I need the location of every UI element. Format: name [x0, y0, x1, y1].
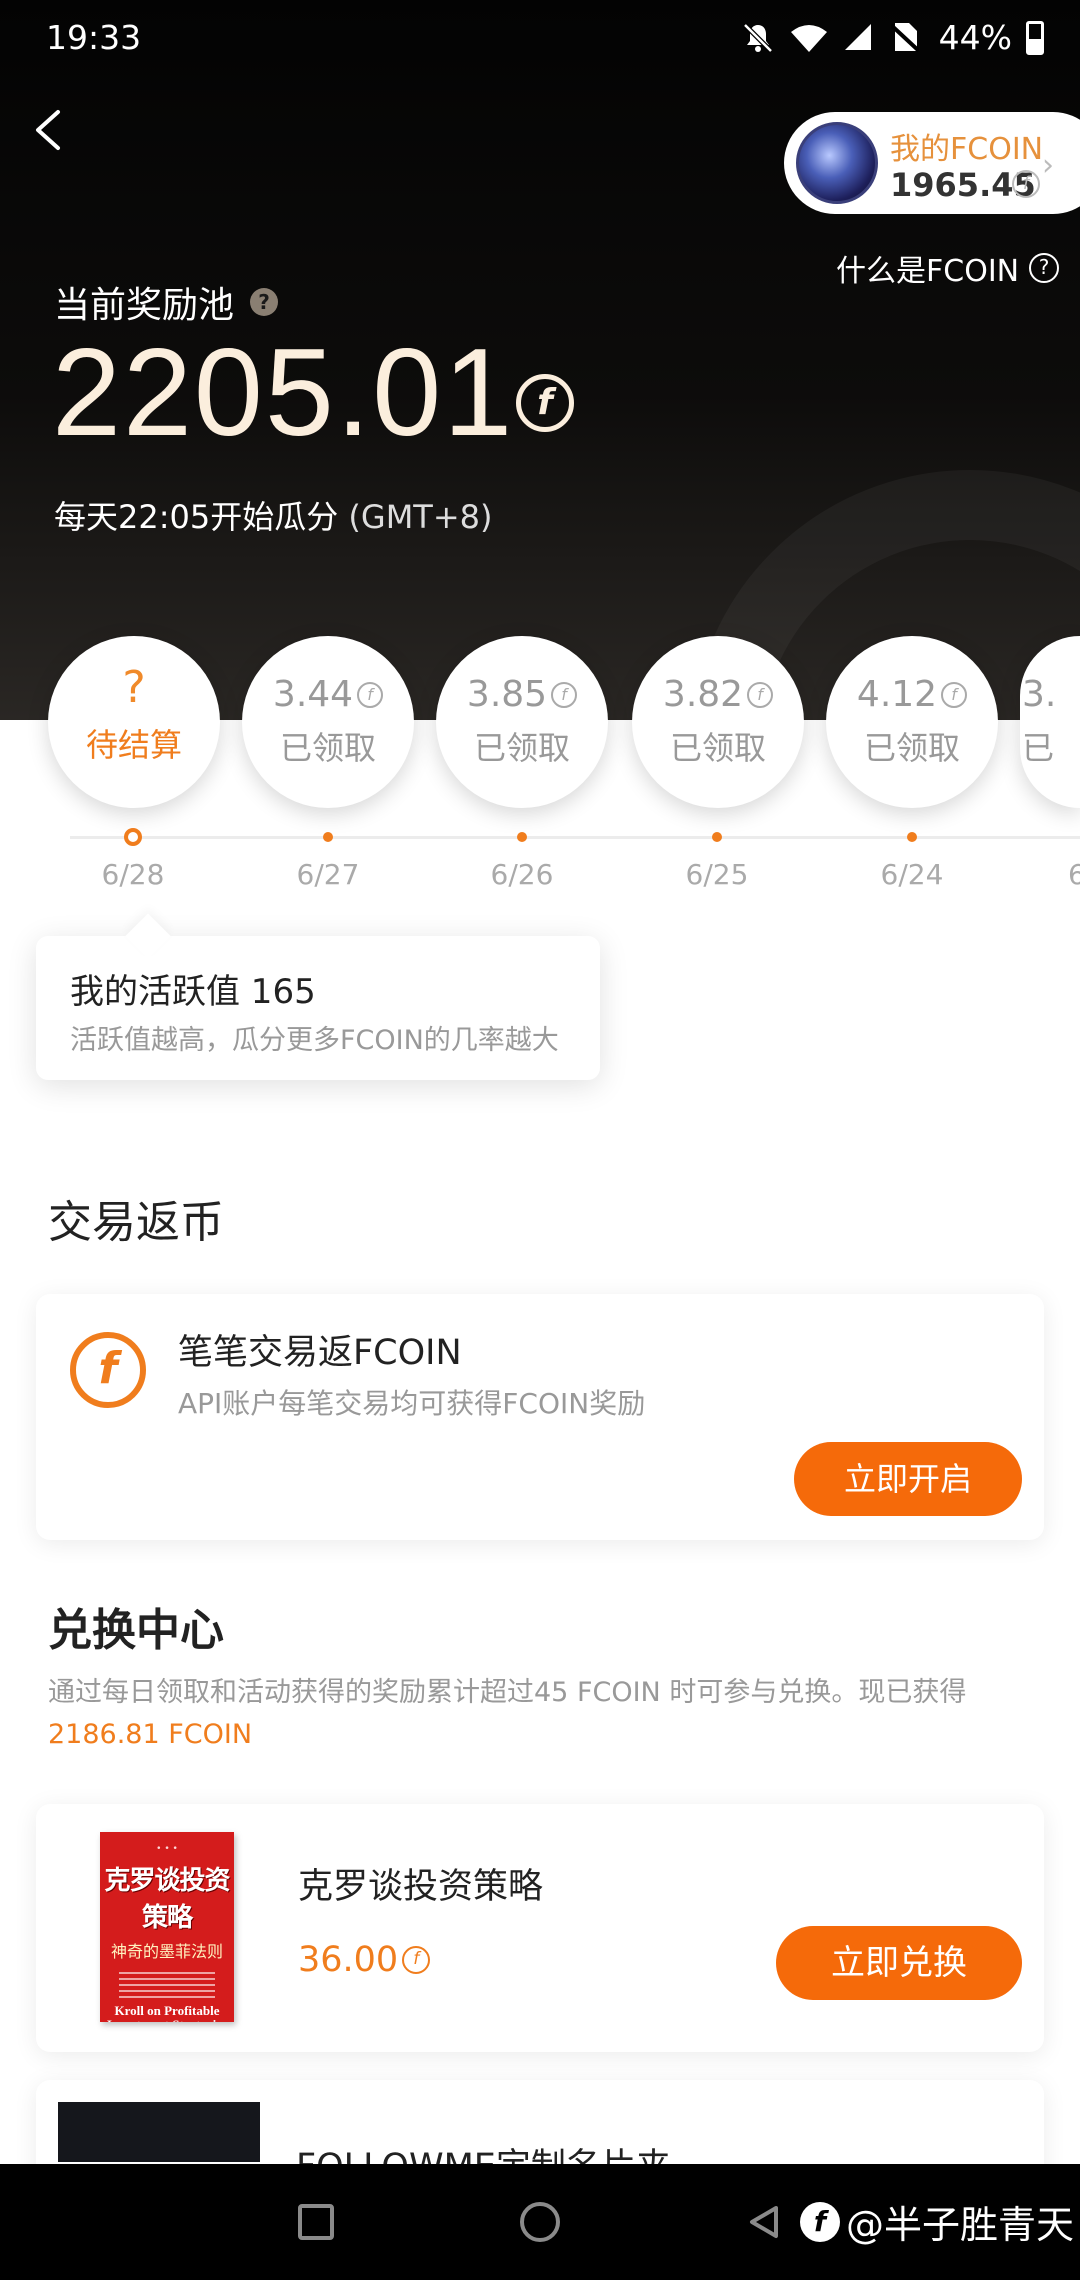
- chevron-right-icon: ›: [1042, 148, 1054, 183]
- split-time-text: 每天22:05开始瓜分: [54, 498, 339, 536]
- exchange-center-title: 兑换中心: [48, 1605, 224, 1656]
- my-fcoin-button[interactable]: 我的FCOIN 1965.45 f ›: [784, 112, 1080, 214]
- earned-amount: 2186.81 FCOIN: [48, 1719, 253, 1750]
- help-circle-icon: ?: [1029, 253, 1060, 283]
- system-nav-bar: f @半子胜青天: [0, 2164, 1080, 2280]
- trade-rebate-card-title: 笔笔交易返FCOIN: [178, 1333, 462, 1373]
- day-status: 已领取: [279, 729, 376, 767]
- timeline-dot: [712, 832, 722, 842]
- day-status: 已: [1022, 729, 1055, 767]
- day-amount: 3.82: [662, 674, 744, 715]
- wifi-icon: [789, 23, 829, 53]
- day-date: 6: [1068, 858, 1080, 891]
- what-is-fcoin-label: 什么是FCOIN: [836, 254, 1020, 289]
- day-date: 6/24: [880, 858, 944, 891]
- question-mark-icon: ?: [122, 662, 146, 713]
- avatar: [796, 122, 878, 204]
- day-circle[interactable]: ? 待结算: [48, 636, 220, 808]
- enable-button[interactable]: 立即开启: [794, 1442, 1022, 1516]
- pool-label-text: 当前奖励池: [54, 285, 235, 326]
- split-time: 每天22:05开始瓜分 (GMT+8): [54, 492, 493, 538]
- status-time: 19:33: [46, 18, 142, 57]
- day-circle[interactable]: 3. 已: [1020, 636, 1080, 808]
- what-is-fcoin-link[interactable]: 什么是FCOIN ?: [836, 246, 1060, 290]
- watermark-text: @半子胜青天: [846, 2203, 1075, 2247]
- day-amount: 4.12: [856, 674, 938, 715]
- timeline-dot: [907, 832, 917, 842]
- exchange-description: 通过每日领取和活动获得的奖励累计超过45 FCOIN 时可参与兑换。现已获得 2…: [48, 1672, 1038, 1756]
- trade-rebate-card: f 笔笔交易返FCOIN API账户每笔交易均可获得FCOIN奖励 立即开启: [36, 1294, 1044, 1540]
- book-cover-title: 克罗谈投资策略: [104, 1866, 230, 1933]
- daily-rewards: ? 待结算 3.44 f 已领取 3.85 f 已领取 3.82 f 已领取 4.12…: [0, 636, 1080, 896]
- battery-icon: [1026, 20, 1044, 55]
- day-amount: 3.85: [466, 674, 548, 715]
- activity-tooltip: 我的活跃值 165 活跃值越高，瓜分更多FCOIN的几率越大: [36, 936, 600, 1080]
- timeline-dot-active: [124, 828, 142, 846]
- fcoin-icon: f: [402, 1946, 431, 1974]
- trade-rebate-title: 交易返币: [48, 1197, 224, 1248]
- trade-rebate-card-subtitle: API账户每笔交易均可获得FCOIN奖励: [178, 1387, 646, 1420]
- product-title: 克罗谈投资策略: [298, 1867, 544, 1907]
- pool-help-icon[interactable]: ?: [250, 288, 279, 316]
- pool-label: 当前奖励池 ?: [54, 276, 279, 328]
- fcoin-icon: f: [1012, 170, 1040, 198]
- activity-hint: 活跃值越高，瓜分更多FCOIN的几率越大: [70, 1025, 559, 1056]
- exchange-description-text: 通过每日领取和活动获得的奖励累计超过45 FCOIN 时可参与兑换。现已获得: [48, 1677, 967, 1708]
- my-fcoin-label: 我的FCOIN: [890, 132, 1044, 167]
- product-image: [58, 2102, 260, 2162]
- signal-icon: [843, 21, 877, 55]
- day-circle[interactable]: 4.12 f 已领取: [826, 636, 998, 808]
- fcoin-icon: f: [747, 681, 774, 708]
- product-card[interactable]: • • • 克罗谈投资策略 神奇的墨菲法则 Kroll on Profitabl…: [36, 1804, 1044, 2052]
- day-status: 已领取: [473, 729, 570, 767]
- fcoin-icon: f: [357, 681, 384, 708]
- reward-pool-header: 19:33 44% 我的FCOIN 1965.45 f › 什么是FCOIN ?…: [0, 0, 1080, 720]
- timeline: [70, 836, 1080, 839]
- no-sim-icon: [889, 21, 925, 55]
- day-date: 6/25: [685, 858, 749, 891]
- back-triangle-button[interactable]: [744, 2202, 784, 2242]
- day-status: 已领取: [669, 729, 766, 767]
- day-circle[interactable]: 3.85 f 已领取: [436, 636, 608, 808]
- day-status: 已领取: [863, 729, 960, 767]
- battery-percent: 44%: [938, 18, 1012, 57]
- split-timezone: (GMT+8): [348, 498, 493, 536]
- fcoin-icon: f: [70, 1332, 146, 1408]
- pool-amount: 2205.01: [52, 324, 515, 462]
- fcoin-icon: f: [551, 681, 578, 708]
- book-cover-english-title: Kroll on Profitable Investment Strategie…: [107, 2003, 227, 2023]
- fcoin-icon: f: [941, 681, 968, 708]
- watermark: f @半子胜青天: [800, 2194, 1074, 2249]
- day-status: 待结算: [85, 726, 182, 764]
- activity-value: 我的活跃值 165: [70, 972, 316, 1012]
- weibo-logo-icon: f: [800, 2201, 840, 2242]
- day-circle[interactable]: 3.44 f 已领取: [242, 636, 414, 808]
- product-price-value: 36.00: [298, 1940, 399, 1980]
- fcoin-icon: f: [516, 374, 574, 432]
- day-amount: 3.44: [272, 674, 354, 715]
- day-circle[interactable]: 3.82 f 已领取: [632, 636, 804, 808]
- product-price: 36.00 f: [298, 1940, 431, 1980]
- back-button[interactable]: [26, 100, 86, 160]
- bell-muted-icon: [741, 21, 775, 55]
- status-bar: 19:33 44%: [0, 0, 1080, 76]
- recents-button[interactable]: [298, 2204, 334, 2240]
- day-amount: 3.: [1022, 674, 1057, 715]
- day-date: 6/28: [101, 858, 165, 891]
- day-date: 6/26: [490, 858, 554, 891]
- day-date: 6/27: [296, 858, 360, 891]
- book-cover-subtitle: 神奇的墨菲法则: [110, 1942, 223, 1961]
- timeline-dot: [517, 832, 527, 842]
- home-button[interactable]: [520, 2202, 560, 2242]
- book-cover-image: • • • 克罗谈投资策略 神奇的墨菲法则 Kroll on Profitabl…: [100, 1832, 234, 2022]
- timeline-dot: [323, 832, 333, 842]
- redeem-button[interactable]: 立即兑换: [776, 1926, 1022, 2000]
